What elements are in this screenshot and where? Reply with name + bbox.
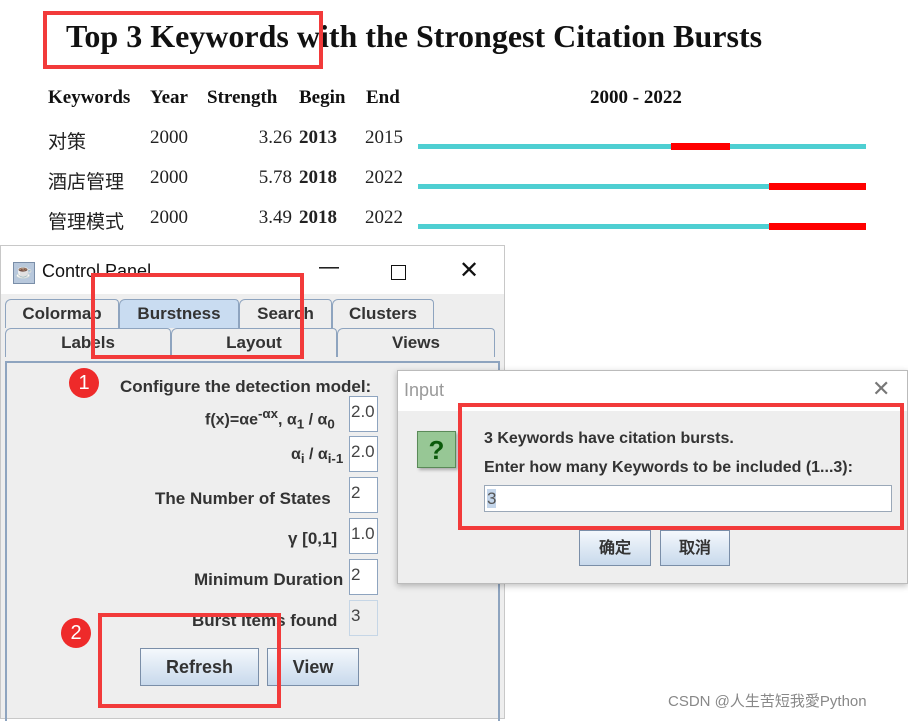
burst-segment [768,223,866,230]
min-duration-label: Minimum Duration [194,570,344,589]
row-strength: 3.49 [258,207,292,228]
burst-found-field: 3 [349,600,378,636]
tab-views[interactable]: Views [337,328,495,357]
ok-button[interactable]: 确定 [579,530,651,566]
timeline-bar [418,144,866,149]
header-range: 2000 - 2022 [590,87,682,108]
row-end: 2015 [365,127,403,148]
row-end: 2022 [365,167,403,188]
maximize-button[interactable] [391,265,406,280]
step-badge-1: 1 [69,368,99,398]
states-label: The Number of States [155,489,331,508]
dialog-close-button[interactable]: ✕ [872,376,890,402]
row-year: 2000 [150,167,188,188]
row-keyword: 管理模式 [48,212,125,233]
min-duration-field[interactable]: 2 [349,559,378,595]
question-icon: ? [417,431,456,468]
close-button[interactable]: ✕ [459,256,479,285]
burst-segment [671,143,730,150]
header-year: Year [150,87,188,108]
step-badge-2: 2 [61,618,91,648]
alpha-i-label: αi / αi-1 [291,446,344,467]
watermark: CSDN @人生苦短我愛Python [668,693,867,710]
row-strength: 3.26 [258,127,292,148]
highlight-box-burstness [91,273,304,359]
highlight-box-input [458,403,904,530]
dialog-title: Input [404,380,445,400]
row-keyword: 酒店管理 [48,172,125,193]
row-begin: 2018 [299,207,337,228]
row-year: 2000 [150,127,188,148]
alpha-formula-label: f(x)=αe-αx, α1 / α0 [205,406,335,432]
gamma-field[interactable]: 1.0 [349,518,378,554]
row-year: 2000 [150,207,188,228]
row-end: 2022 [365,207,403,228]
row-begin: 2013 [299,127,337,148]
states-field[interactable]: 2 [349,477,378,513]
row-strength: 5.78 [258,167,292,188]
gamma-label: γ [0,1] [288,529,338,548]
burst-segment [768,183,866,190]
highlight-box-refresh [98,613,281,708]
row-keyword: 对策 [48,132,87,153]
header-keywords: Keywords [48,87,131,108]
alpha-i-ratio-field[interactable]: 2.0 [349,436,378,472]
highlight-box-title [43,11,323,69]
header-strength: Strength [207,87,278,108]
cancel-button[interactable]: 取消 [660,530,730,566]
configure-heading: Configure the detection model: [120,377,372,396]
minimize-button[interactable]: — [319,256,339,279]
header-end: End [366,87,400,108]
row-begin: 2018 [299,167,337,188]
java-icon: ☕ [13,262,35,284]
tab-clusters[interactable]: Clusters [332,299,434,328]
alpha-ratio-field[interactable]: 2.0 [349,396,378,432]
header-begin: Begin [299,87,346,108]
